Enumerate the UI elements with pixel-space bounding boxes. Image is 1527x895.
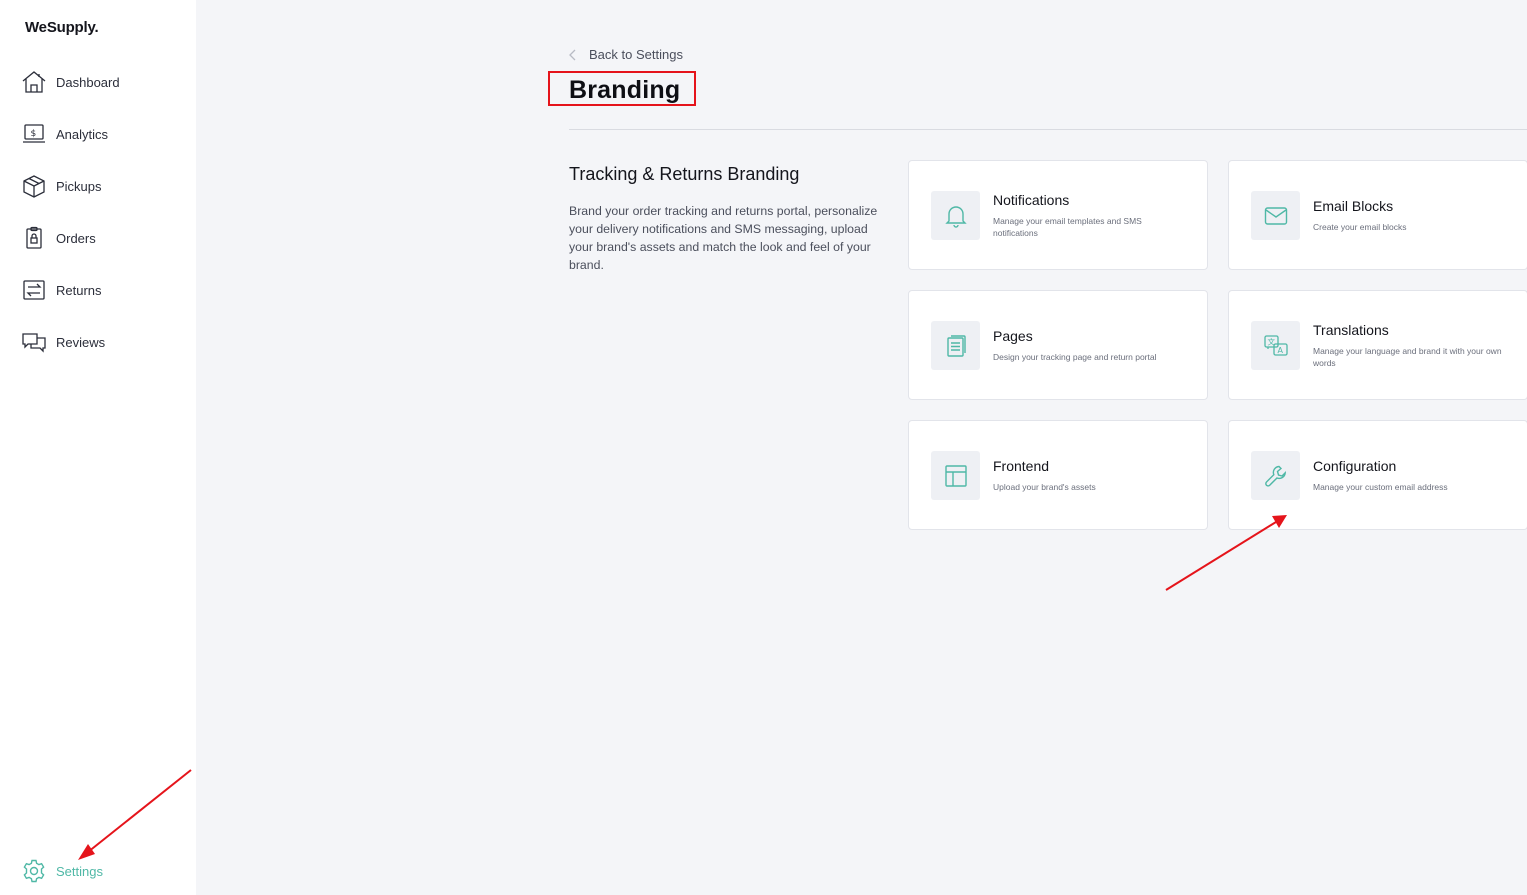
sidebar-item-orders[interactable]: Orders xyxy=(21,224,96,252)
home-icon xyxy=(21,69,47,95)
card-description: Manage your custom email address xyxy=(1313,482,1448,492)
returns-icon xyxy=(21,277,47,303)
svg-text:A: A xyxy=(1277,346,1283,355)
svg-text:文: 文 xyxy=(1267,336,1275,346)
card-description: Upload your brand's assets xyxy=(993,482,1096,492)
card-title: Email Blocks xyxy=(1313,198,1394,214)
divider xyxy=(569,129,1527,130)
card-title: Translations xyxy=(1313,322,1389,338)
section-title: Tracking & Returns Branding xyxy=(569,164,800,184)
reviews-icon xyxy=(21,329,47,355)
sidebar-item-label: Settings xyxy=(56,863,103,879)
card-translations[interactable]: 文 A Translations Manage your language an… xyxy=(1228,290,1527,400)
card-title: Configuration xyxy=(1313,458,1397,474)
sidebar: WeSupply. Dashboard $ Analytics Pickups xyxy=(0,0,196,895)
layout-icon xyxy=(931,451,980,500)
card-pages[interactable]: Pages Design your tracking page and retu… xyxy=(908,290,1208,400)
card-title: Frontend xyxy=(993,458,1050,474)
sidebar-item-settings[interactable]: Settings xyxy=(21,857,103,885)
sidebar-item-pickups[interactable]: Pickups xyxy=(21,172,102,200)
card-title: Notifications xyxy=(993,192,1070,208)
analytics-icon: $ xyxy=(21,121,47,147)
svg-text:$: $ xyxy=(31,129,37,139)
main-content: Back to Settings Branding Tracking & Ret… xyxy=(196,0,1527,895)
translate-icon: 文 A xyxy=(1251,321,1300,370)
card-notifications[interactable]: Notifications Manage your email template… xyxy=(908,160,1208,270)
sidebar-item-label: Orders xyxy=(56,230,96,246)
document-icon xyxy=(931,321,980,370)
back-to-settings-link[interactable]: Back to Settings xyxy=(568,47,683,62)
app-logo: WeSupply. xyxy=(25,19,99,36)
sidebar-item-label: Analytics xyxy=(56,126,109,142)
card-title: Pages xyxy=(993,328,1033,344)
card-description: Design your tracking page and return por… xyxy=(993,352,1157,362)
sidebar-item-reviews[interactable]: Reviews xyxy=(21,328,105,356)
gear-icon xyxy=(21,858,47,884)
sidebar-item-label: Reviews xyxy=(56,334,106,350)
sidebar-item-label: Pickups xyxy=(56,178,102,194)
sidebar-item-label: Returns xyxy=(56,282,102,298)
envelope-icon xyxy=(1251,191,1300,240)
card-description: Manage your email templates and SMS noti… xyxy=(993,216,1142,238)
box-icon xyxy=(21,173,47,199)
card-frontend[interactable]: Frontend Upload your brand's assets xyxy=(908,420,1208,530)
sidebar-item-dashboard[interactable]: Dashboard xyxy=(21,68,120,96)
bell-icon xyxy=(931,191,980,240)
section-description: Brand your order tracking and returns po… xyxy=(569,204,878,272)
clipboard-icon xyxy=(21,225,47,251)
sidebar-item-returns[interactable]: Returns xyxy=(21,276,102,304)
sidebar-item-analytics[interactable]: $ Analytics xyxy=(21,120,108,148)
card-configuration[interactable]: Configuration Manage your custom email a… xyxy=(1228,420,1527,530)
sidebar-item-label: Dashboard xyxy=(56,74,120,90)
wrench-icon xyxy=(1251,451,1300,500)
chevron-left-icon xyxy=(569,49,576,60)
annotation-highlight-box xyxy=(548,71,696,106)
card-description: Manage your language and brand it with y… xyxy=(1313,346,1502,368)
card-description: Create your email blocks xyxy=(1313,222,1407,232)
back-link-label: Back to Settings xyxy=(589,47,683,62)
card-email-blocks[interactable]: Email Blocks Create your email blocks xyxy=(1228,160,1527,270)
